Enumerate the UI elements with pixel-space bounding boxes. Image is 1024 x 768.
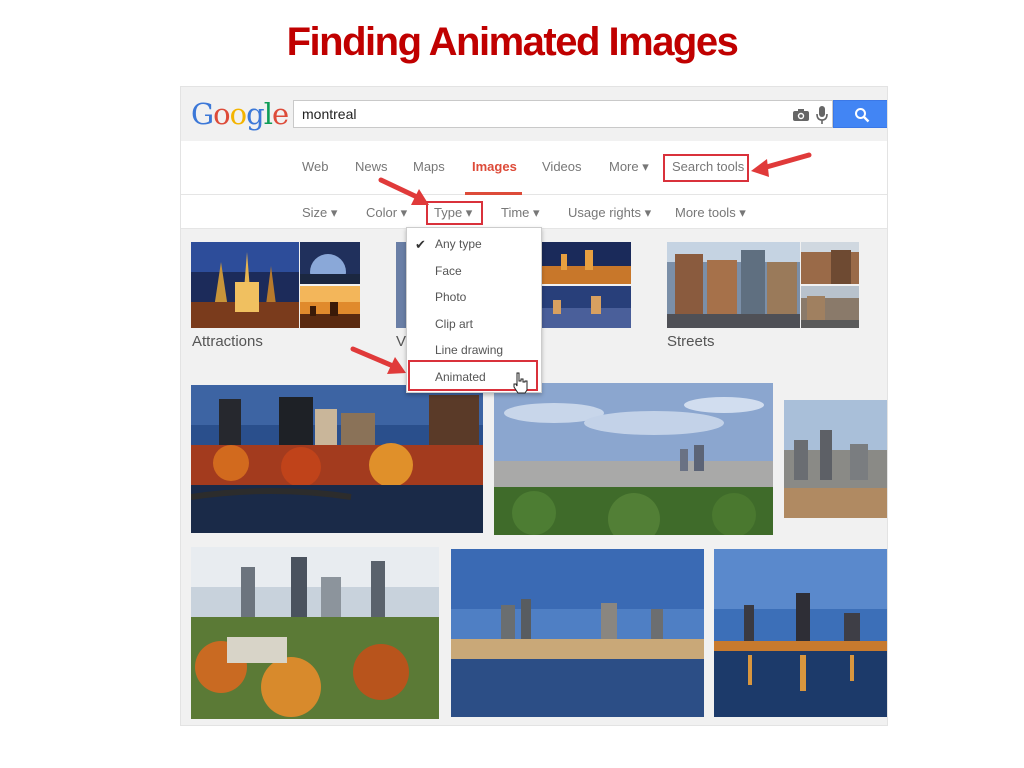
type-option-face[interactable]: Face — [435, 264, 462, 278]
attractions-photo-dome[interactable] — [300, 242, 360, 284]
search-tools-highlight — [663, 154, 749, 182]
time-filter[interactable]: Time ▾ — [501, 205, 540, 221]
microphone-icon[interactable] — [816, 105, 828, 125]
result-photo-dusk-reflection[interactable] — [714, 549, 887, 717]
more-tools-filter[interactable]: More tools ▾ — [675, 205, 746, 221]
hand-cursor-icon — [513, 372, 528, 394]
logo-letter: o — [229, 97, 247, 131]
arrow-to-search-tools — [751, 152, 812, 177]
related-photo-dusk-skyline[interactable] — [541, 286, 631, 328]
search-box[interactable] — [293, 100, 833, 128]
streets-photo-top[interactable] — [801, 242, 859, 284]
search-header: Google — [181, 87, 887, 141]
search-input[interactable] — [302, 105, 762, 123]
type-option-line-drawing[interactable]: Line drawing — [435, 343, 503, 357]
streets-photo-bottom[interactable] — [801, 286, 859, 328]
search-button[interactable] — [833, 100, 887, 128]
type-filter-highlight — [426, 201, 483, 225]
arrow-to-animated-option — [350, 346, 406, 374]
search-tools-bar: Size ▾ Color ▾ Type ▾ Time ▾ Usage right… — [181, 195, 887, 229]
slide-title: Finding Animated Images — [286, 20, 739, 64]
logo-letter: G — [191, 97, 214, 131]
logo-letter: l — [263, 97, 273, 131]
result-photo-city-partial[interactable] — [784, 400, 887, 518]
arrow-to-type-filter — [378, 177, 429, 205]
result-photo-harbor-skyline[interactable] — [451, 549, 704, 717]
logo-letter: e — [271, 97, 289, 131]
google-images-screenshot: Google Web News Maps — [180, 86, 888, 726]
result-photo-mackerel-sky[interactable] — [494, 383, 773, 535]
tab-web[interactable]: Web — [302, 159, 329, 174]
related-photo-night-skyline[interactable] — [541, 242, 631, 284]
type-option-photo[interactable]: Photo — [435, 290, 466, 304]
tab-videos[interactable]: Videos — [542, 159, 582, 174]
result-photo-skyline-autumn[interactable] — [191, 385, 483, 533]
tab-maps[interactable]: Maps — [413, 159, 445, 174]
attractions-photo-sunset[interactable] — [300, 286, 360, 328]
checkmark-icon: ✔ — [415, 237, 426, 252]
type-option-clip-art[interactable]: Clip art — [435, 317, 473, 331]
result-photo-montreal-postcard[interactable] — [191, 547, 439, 719]
size-filter[interactable]: Size ▾ — [302, 205, 337, 221]
google-logo[interactable]: Google — [191, 97, 289, 131]
camera-icon[interactable] — [792, 108, 810, 122]
related-label-attractions[interactable]: Attractions — [192, 333, 263, 350]
logo-letter: g — [246, 97, 265, 131]
search-icon — [855, 108, 870, 123]
tab-images[interactable]: Images — [472, 159, 517, 174]
streets-photo-main[interactable] — [667, 242, 800, 328]
attractions-photo-main[interactable] — [191, 242, 299, 328]
logo-letter: o — [213, 97, 230, 131]
type-option-any-type[interactable]: Any type — [435, 237, 482, 251]
tab-news[interactable]: News — [355, 159, 388, 174]
tab-more[interactable]: More ▾ — [609, 159, 649, 175]
related-label-streets[interactable]: Streets — [667, 333, 715, 350]
usage-rights-filter[interactable]: Usage rights ▾ — [568, 205, 651, 221]
